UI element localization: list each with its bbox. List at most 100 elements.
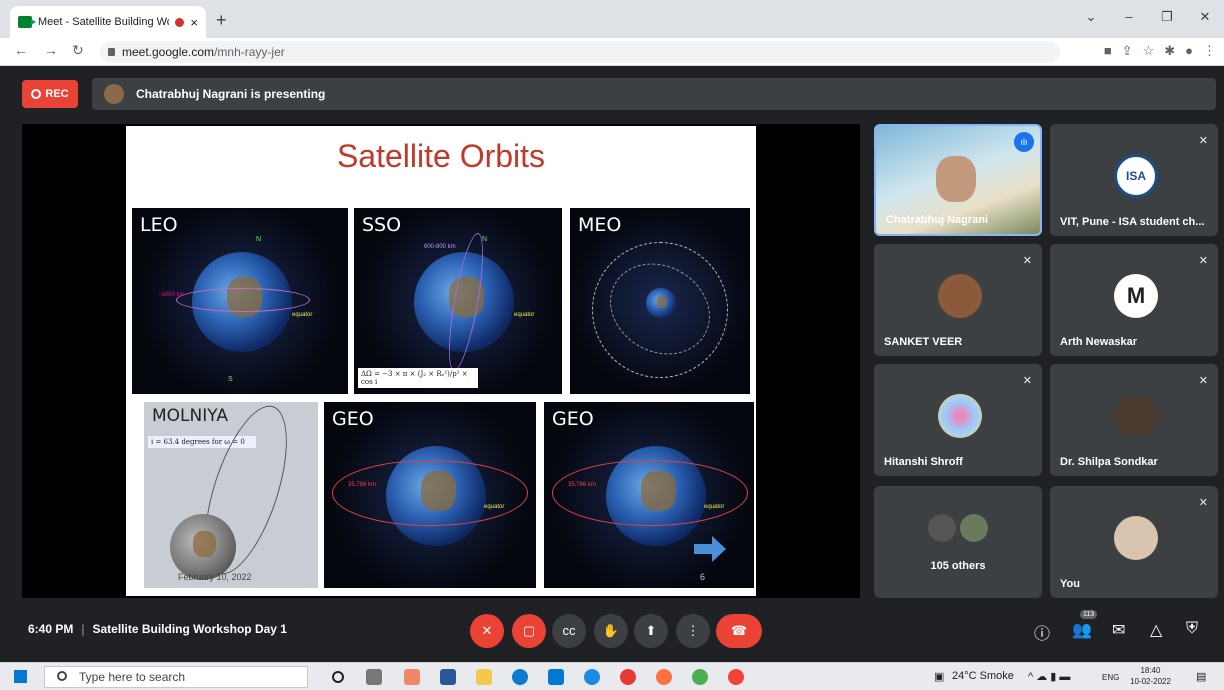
mail-icon[interactable] (548, 669, 564, 685)
participant-tile[interactable]: ✕ Hitanshi Shroff (874, 364, 1042, 476)
participant-name: Hitanshi Shroff (884, 456, 963, 468)
firefox-icon[interactable] (656, 669, 672, 685)
address-bar: ← → ↻ meet.google.com/mnh-rayy-jer ■ ⇪ ☆… (0, 38, 1224, 66)
activities-icon[interactable]: △ (1150, 620, 1162, 640)
next-arrow-icon (694, 544, 712, 554)
restore-button[interactable]: ❐ (1148, 0, 1186, 34)
sso-label: SSO (362, 214, 402, 236)
presenting-text: Chatrabhuj Nagrani is presenting (136, 87, 326, 101)
app-icon[interactable] (440, 669, 456, 685)
record-icon (31, 89, 42, 99)
camera-in-use-icon[interactable]: ■ (1104, 43, 1112, 59)
forward-arrow-icon[interactable]: → (44, 42, 58, 58)
share-icon[interactable]: ⇪ (1122, 43, 1133, 59)
geo-altitude-2: 35,786 km (568, 482, 597, 488)
participant-tile[interactable]: ✕ M Arth Newaskar (1050, 244, 1218, 356)
slide-number: 6 (700, 572, 706, 582)
weather-text[interactable]: 24°C Smoke (952, 670, 1014, 682)
edge-icon[interactable] (512, 669, 528, 685)
participant-tile[interactable]: ✕ SANKET VEER (874, 244, 1042, 356)
tray-icons[interactable]: ^ ☁ ▮ ▬ (1028, 670, 1070, 683)
speaking-indicator-icon: ılı (1014, 132, 1034, 152)
participant-tile[interactable]: ✕ ISA VIT, Pune - ISA student ch... (1050, 124, 1218, 236)
profile-avatar-icon[interactable]: ● (1185, 43, 1193, 59)
camera-off-button[interactable]: ▢ (512, 614, 546, 648)
weather-icon[interactable]: ▣ (934, 670, 944, 683)
chrome-icon[interactable] (692, 669, 708, 685)
avatar (928, 514, 956, 542)
geo-altitude: 35,786 km (348, 482, 377, 488)
sso-formula: ΔΩ = −3 × π × (J₂ × Rₑ²)/p² × cos i (358, 368, 478, 388)
app-icon[interactable] (620, 669, 636, 685)
leo-label: LEO (140, 214, 178, 236)
task-view-icon[interactable] (366, 669, 382, 685)
minimize-button[interactable]: – (1110, 0, 1148, 34)
more-options-button[interactable]: ⋮ (676, 614, 710, 648)
lock-icon (108, 48, 115, 56)
captions-button[interactable]: cc (552, 614, 586, 648)
bookmark-star-icon[interactable]: ☆ (1143, 43, 1155, 59)
sso-north-label: N (482, 236, 488, 243)
url-input[interactable]: meet.google.com/mnh-rayy-jer (100, 41, 1060, 63)
cortana-icon[interactable] (332, 671, 344, 683)
geo-equator-label: equator (484, 504, 505, 510)
meeting-title: Satellite Building Workshop Day 1 (92, 622, 287, 636)
recording-dot-icon (175, 17, 185, 27)
meo-label: MEO (578, 214, 622, 236)
meet-favicon-icon (18, 16, 36, 28)
avatar (938, 274, 982, 318)
host-controls-icon[interactable]: ⛨ (1186, 620, 1198, 638)
microphone-off-button[interactable]: ✕ (470, 614, 504, 648)
meeting-info-icon[interactable]: ⓘ (1034, 620, 1050, 644)
geo-label: GEO (332, 408, 374, 430)
molniya-date: February 10, 2022 (178, 572, 252, 582)
tab-search-icon[interactable]: ⌄ (1072, 0, 1110, 34)
file-explorer-icon[interactable] (476, 669, 492, 685)
geo-panel-2: GEO 35,786 km equator 6 (544, 402, 754, 588)
windows-taskbar: Type here to search ▣ 24°C Smoke ^ ☁ ▮ ▬… (0, 662, 1224, 690)
windows-start-icon[interactable] (14, 670, 27, 683)
presenter-avatar (104, 84, 124, 104)
new-tab-button[interactable]: + (216, 10, 227, 31)
chat-icon[interactable]: ✉ (1112, 620, 1125, 640)
participant-tile-presenter[interactable]: ılı Chatrabhuj Nagrani (874, 124, 1042, 236)
participant-tile-others[interactable]: 105 others (874, 486, 1042, 598)
geo-equator-label-2: equator (704, 504, 725, 510)
browser-tab-meet[interactable]: Meet - Satellite Building Wo × (10, 6, 206, 38)
app-icon[interactable] (584, 669, 600, 685)
recording-indicator[interactable]: REC (22, 80, 78, 108)
people-count-badge: 113 (1080, 610, 1098, 619)
raise-hand-button[interactable]: ✋ (594, 614, 628, 648)
mic-off-icon: ✕ (1198, 135, 1208, 147)
participant-tile-self[interactable]: ✕ You (1050, 486, 1218, 598)
geo-label-2: GEO (552, 408, 594, 430)
meeting-details: 6:40 PM | Satellite Building Workshop Day … (28, 622, 287, 636)
notifications-icon[interactable]: ▤ (1196, 670, 1206, 683)
present-screen-button[interactable]: ⬆ (634, 614, 668, 648)
molniya-panel: MOLNIYA i = 63.4 degrees for ω = 0 Febru… (144, 402, 318, 588)
back-arrow-icon[interactable]: ← (14, 42, 28, 58)
sso-altitude: 600-800 km (424, 244, 456, 250)
language-indicator[interactable]: ENG (1102, 673, 1119, 682)
avatar (938, 394, 982, 438)
presenting-banner: Chatrabhuj Nagrani is presenting (92, 78, 1216, 110)
app-icon[interactable] (404, 669, 420, 685)
url-host: meet.google.com (122, 45, 215, 59)
chrome-icon[interactable] (728, 669, 744, 685)
presentation-stage: Satellite Orbits LEO ~1000 km equator N … (22, 124, 860, 598)
url-path: /mnh-rayy-jer (214, 45, 285, 59)
tab-close-icon[interactable]: × (190, 15, 198, 30)
reload-icon[interactable]: ↻ (72, 42, 84, 59)
browser-menu-icon[interactable]: ⋮ (1203, 43, 1216, 59)
close-window-button[interactable]: ✕ (1186, 0, 1224, 34)
clock[interactable]: 18:40 10-02-2022 (1130, 665, 1171, 687)
mic-off-icon: ✕ (1198, 497, 1208, 509)
taskbar-search-input[interactable]: Type here to search (44, 666, 308, 688)
extensions-icon[interactable]: ✱ (1164, 43, 1175, 59)
leo-altitude: ~1000 km (158, 292, 185, 298)
people-icon[interactable]: 👥 (1072, 620, 1092, 640)
participant-tile[interactable]: ✕ Dr. Shilpa Sondkar (1050, 364, 1218, 476)
leave-call-button[interactable]: ☎ (716, 614, 762, 648)
leo-north-label: N (256, 236, 262, 243)
molniya-label: MOLNIYA (152, 406, 228, 426)
